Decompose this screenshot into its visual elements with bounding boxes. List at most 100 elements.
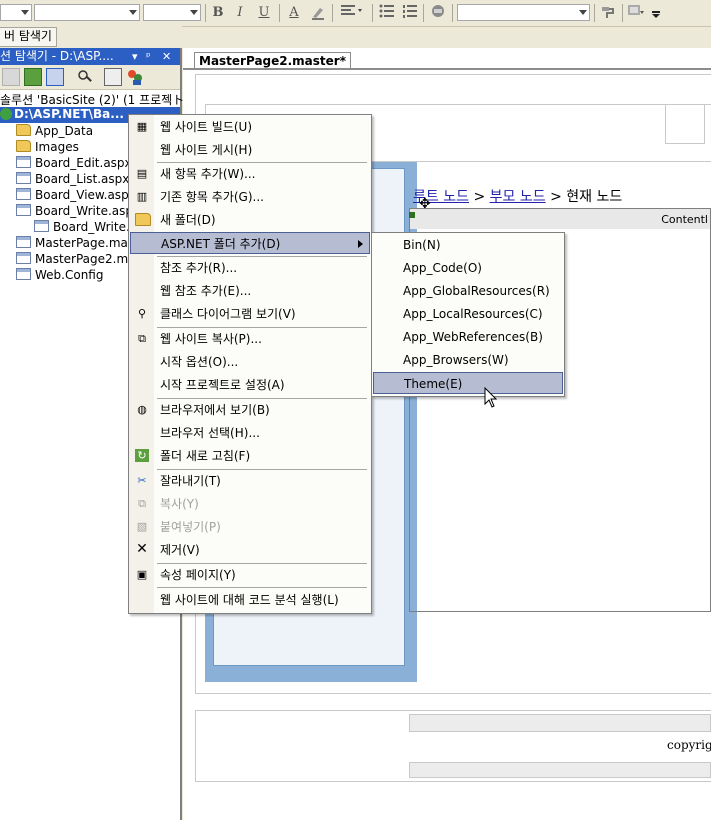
- menu-item-label: 잘라내기(T): [160, 474, 221, 488]
- menu-item-label: 복사(Y): [160, 497, 199, 511]
- mouse-cursor-icon: [484, 387, 498, 408]
- document-tab-masterpage2[interactable]: MasterPage2.master*: [194, 52, 351, 69]
- menu-item-add-reference[interactable]: 참조 추가(R)...: [130, 257, 370, 279]
- menu-item-label: 웹 사이트 빌드(U): [160, 120, 253, 134]
- submenu-item-label: Theme(E): [404, 377, 463, 391]
- underline-button[interactable]: U: [254, 4, 274, 22]
- menu-item-new-folder[interactable]: 새 폴더(D): [130, 209, 370, 231]
- menu-item-label: ASP.NET 폴더 추가(D): [161, 237, 281, 251]
- font-name-combo[interactable]: [34, 4, 140, 21]
- document-tab-strip: [183, 68, 711, 70]
- solution-node[interactable]: 솔루션 'BasicSite (2)' (1 프로젝ト: [0, 91, 184, 108]
- bullet-list-icon[interactable]: [377, 4, 397, 22]
- submenu-item-bin[interactable]: Bin(N): [373, 234, 563, 256]
- menu-item-property-pages[interactable]: ▣ 속성 페이지(Y): [130, 564, 370, 586]
- header-right-cell: [665, 104, 705, 144]
- close-icon[interactable]: ✕: [162, 48, 171, 65]
- menu-item-add-aspnet-folder[interactable]: ASP.NET 폴더 추가(D): [130, 232, 370, 254]
- nest-related-files-icon[interactable]: [76, 68, 94, 86]
- sitemap-parent-link[interactable]: 부모 노드: [490, 189, 546, 205]
- menu-item-build-website[interactable]: ▦ 웹 사이트 빌드(U): [130, 116, 370, 138]
- refresh-icon: ↻: [135, 449, 149, 462]
- toolbar-separator: [372, 4, 373, 22]
- tree-item[interactable]: Board_View.asp: [16, 188, 129, 202]
- toolbar-overflow-icon[interactable]: [650, 4, 662, 22]
- menu-item-run-code-analysis[interactable]: 웹 사이트에 대해 코드 분석 실행(L): [130, 589, 370, 611]
- tree-item[interactable]: Web.Config: [16, 268, 103, 282]
- tree-item[interactable]: Board_Edit.aspx: [16, 156, 132, 170]
- show-all-files-icon[interactable]: [46, 68, 64, 86]
- server-explorer-tab[interactable]: 버 탐색기: [0, 27, 57, 47]
- master-page-icon: [16, 236, 31, 248]
- bold-button[interactable]: B: [208, 4, 228, 22]
- menu-item-set-as-startup[interactable]: 시작 프로젝트로 설정(A): [130, 374, 370, 396]
- window-position-icon[interactable]: ▾: [132, 48, 138, 65]
- toolbar-separator: [622, 4, 623, 22]
- menu-item-copy[interactable]: ⧉ 복사(Y): [130, 493, 370, 515]
- asp-net-config-icon[interactable]: [126, 68, 144, 86]
- auto-hide-pin-icon[interactable]: ᵖ: [146, 48, 151, 65]
- toolbar-separator: [205, 4, 206, 22]
- menu-item-label: 시작 옵션(O)...: [160, 355, 239, 369]
- submenu-item-theme[interactable]: Theme(E): [373, 372, 563, 394]
- font-size-combo[interactable]: [143, 4, 201, 21]
- block-format-combo[interactable]: [0, 4, 32, 21]
- menu-item-refresh-folder[interactable]: ↻ 폴더 새로 고침(F): [130, 445, 370, 467]
- menu-item-add-web-reference[interactable]: 웹 참조 추가(E)...: [130, 280, 370, 302]
- menu-item-view-in-browser[interactable]: ◍ 브라우저에서 보기(B): [130, 399, 370, 421]
- menu-item-start-options[interactable]: 시작 옵션(O)...: [130, 351, 370, 373]
- menu-item-add-existing-item[interactable]: ▥ 기존 항목 추가(G)...: [130, 186, 370, 208]
- copy-website-icon[interactable]: [104, 68, 122, 86]
- tree-item[interactable]: App_Data: [16, 124, 93, 138]
- project-node-label: D:\ASP.NET\Ba...: [14, 107, 124, 121]
- paste-icon: ▧: [136, 520, 148, 533]
- submenu-item-label: App_LocalResources(C): [403, 307, 543, 321]
- refresh-icon[interactable]: [24, 68, 42, 86]
- tree-item[interactable]: Board_List.aspx: [16, 172, 129, 186]
- menu-item-add-new-item[interactable]: ▤ 새 항목 추가(W)...: [130, 163, 370, 185]
- properties-icon[interactable]: [2, 68, 20, 86]
- insert-image-icon[interactable]: [428, 4, 448, 22]
- tree-item-label: Board_Edit.aspx: [35, 156, 132, 170]
- menu-item-remove[interactable]: ✕ 제거(V): [130, 539, 370, 561]
- submenu-item-app-globalresources[interactable]: App_GlobalResources(R): [373, 280, 563, 302]
- move-handle-icon[interactable]: ✥: [419, 196, 431, 212]
- tree-item[interactable]: MasterPage2.ma: [16, 252, 136, 266]
- tree-item[interactable]: MasterPage.mas: [16, 236, 134, 250]
- aspx-page-icon: [16, 204, 31, 216]
- code-file-icon: [34, 220, 49, 232]
- justify-icon[interactable]: [337, 4, 367, 22]
- submenu-item-app-localresources[interactable]: App_LocalResources(C): [373, 303, 563, 325]
- toolbar-separator: [332, 4, 333, 22]
- style-combo[interactable]: [457, 4, 590, 21]
- tree-item-label: Board_Write.asp: [35, 204, 133, 218]
- format-painter-icon[interactable]: [598, 4, 618, 22]
- menu-item-copy-website[interactable]: ⧉ 웹 사이트 복사(P)...: [130, 328, 370, 350]
- submenu-item-label: App_Browsers(W): [403, 353, 509, 367]
- property-pages-icon: ▣: [136, 568, 148, 581]
- tree-item[interactable]: Board_Write.asp: [16, 204, 133, 218]
- submenu-item-app-browsers[interactable]: App_Browsers(W): [373, 349, 563, 371]
- menu-item-paste[interactable]: ▧ 붙여넣기(P): [130, 516, 370, 538]
- submenu-item-app-code[interactable]: App_Code(O): [373, 257, 563, 279]
- menu-item-browse-with[interactable]: 브라우저 선택(H)...: [130, 422, 370, 444]
- italic-button[interactable]: I: [230, 4, 250, 22]
- tree-item[interactable]: Board_Write.a: [34, 220, 137, 234]
- sitemap-current-node: 현재 노드: [566, 189, 623, 205]
- menu-item-cut[interactable]: ✂ 잘라내기(T): [130, 470, 370, 492]
- tree-item[interactable]: Images: [16, 140, 79, 154]
- menu-item-publish-website[interactable]: 웹 사이트 게시(H): [130, 139, 370, 161]
- menu-item-label: 폴더 새로 고침(F): [160, 449, 251, 463]
- submenu-item-app-webreferences[interactable]: App_WebReferences(B): [373, 326, 563, 348]
- fore-color-button[interactable]: A: [284, 4, 304, 22]
- menu-item-label: 새 폴더(D): [160, 213, 216, 227]
- highlight-icon[interactable]: [308, 4, 328, 22]
- sitemap-separator: >: [550, 189, 562, 205]
- properties-icon[interactable]: [626, 4, 646, 22]
- numbered-list-icon[interactable]: [400, 4, 420, 22]
- submenu-item-label: Bin(N): [403, 238, 441, 252]
- folder-icon: [16, 124, 31, 136]
- aspx-page-icon: [16, 188, 31, 200]
- smart-tag-icon[interactable]: [409, 212, 415, 218]
- menu-item-view-class-diagram[interactable]: ⚲ 클래스 다이어그램 보기(V): [130, 303, 370, 325]
